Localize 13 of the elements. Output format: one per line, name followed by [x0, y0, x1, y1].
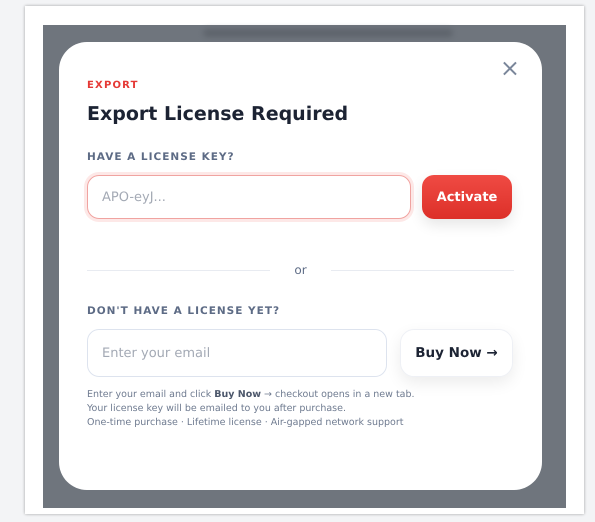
close-button[interactable]: ×	[498, 56, 522, 80]
help-text: One-time purchase · Lifetime license · Air-gapped network support	[87, 417, 404, 428]
divider-label: or	[294, 263, 307, 277]
section-label: DON'T HAVE A LICENSE YET?	[87, 305, 280, 317]
help-text: Your license key will be emailed to you after purchase.	[87, 403, 347, 414]
dialog-title: Export License Required	[87, 103, 348, 125]
dialog-eyebrow: EXPORT	[87, 80, 139, 91]
buy-now-button[interactable]: Buy Now →	[400, 329, 513, 377]
help-text: Enter your email and click Buy Now → checkout opens in a new tab.	[87, 389, 416, 400]
section-label: HAVE A LICENSE KEY?	[87, 151, 235, 163]
email-field[interactable]: Enter your email	[87, 329, 387, 377]
activate-button[interactable]: Activate	[422, 175, 512, 219]
license-key-field[interactable]: APO-eyJ...	[87, 175, 411, 219]
